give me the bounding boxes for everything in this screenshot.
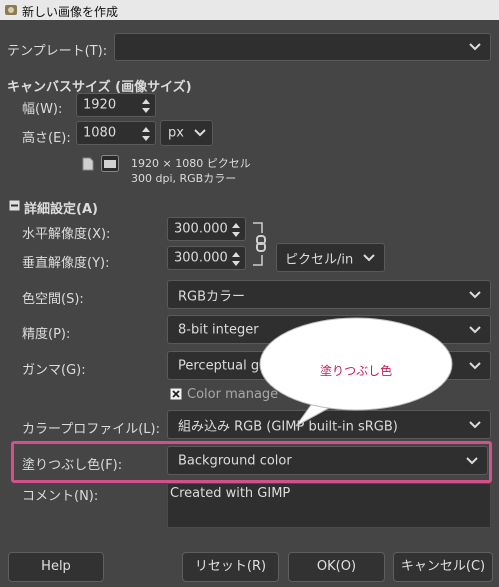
profile-label: カラープロファイル(L):	[22, 422, 160, 437]
yres-value: 300.000	[174, 250, 228, 266]
ok-button[interactable]: OK(O)	[288, 552, 385, 582]
template-combo[interactable]	[114, 33, 491, 61]
decrement-icon[interactable]	[141, 135, 151, 143]
height-label: 高さ(E):	[22, 131, 71, 146]
precision-label: 精度(P):	[22, 327, 71, 342]
chevron-down-icon	[469, 43, 481, 51]
increment-icon[interactable]	[231, 250, 241, 258]
width-spinner[interactable]: 1920	[76, 93, 156, 117]
advanced-heading[interactable]: 詳細設定(A)	[24, 198, 98, 217]
chevron-down-icon	[469, 420, 481, 428]
precision-value: 8-bit integer	[178, 322, 259, 337]
collapse-icon[interactable]	[9, 200, 20, 211]
chevron-down-icon	[466, 456, 478, 464]
increment-icon[interactable]	[141, 97, 151, 105]
width-label: 幅(W):	[22, 102, 63, 117]
yres-spinner[interactable]: 300.000	[167, 246, 246, 270]
size-info-line2: 300 dpi, RGBカラー	[131, 172, 237, 185]
width-value: 1920	[83, 97, 117, 113]
gimp-app-icon	[5, 5, 17, 15]
template-label: テンプレート(T):	[7, 44, 108, 59]
fill-combo[interactable]: Background color	[167, 446, 488, 475]
comment-value: Created with GIMP	[170, 486, 291, 501]
callout-text: 塗りつぶし色	[320, 364, 393, 378]
cancel-button[interactable]: キャンセル(C)	[393, 552, 493, 582]
chevron-down-icon	[469, 290, 481, 298]
colorspace-value: RGBカラー	[178, 289, 246, 304]
comment-label: コメント(N):	[22, 489, 99, 504]
gamma-value: Perceptual ga	[178, 358, 268, 373]
increment-icon[interactable]	[231, 221, 241, 229]
comment-textarea[interactable]: Created with GIMP	[167, 483, 491, 528]
gamma-label: ガンマ(G):	[22, 363, 86, 378]
window-title: 新しい画像を作成	[22, 5, 119, 19]
res-unit-value: ピクセル/in	[285, 252, 354, 267]
height-value: 1080	[83, 125, 117, 141]
reset-button[interactable]: リセット(R)	[182, 552, 279, 582]
help-button[interactable]: Help	[8, 552, 104, 582]
landscape-icon[interactable]	[101, 155, 119, 172]
size-unit-value: px	[168, 125, 184, 141]
height-spinner[interactable]: 1080	[76, 121, 156, 145]
chevron-down-icon	[363, 253, 375, 261]
xres-value: 300.000	[174, 221, 228, 237]
chain-link-icon[interactable]	[250, 220, 268, 268]
xres-spinner[interactable]: 300.000	[167, 217, 246, 241]
chevron-down-icon	[194, 129, 206, 137]
decrement-icon[interactable]	[141, 107, 151, 115]
fill-value: Background color	[178, 453, 292, 468]
yres-label: 垂直解像度(Y):	[22, 256, 110, 271]
portrait-icon[interactable]	[82, 157, 94, 171]
chevron-down-icon	[469, 325, 481, 333]
increment-icon[interactable]	[141, 125, 151, 133]
colorspace-combo[interactable]: RGBカラー	[167, 280, 491, 309]
size-info-line1: 1920 × 1080 ピクセル	[131, 157, 251, 170]
xres-label: 水平解像度(X):	[22, 227, 111, 242]
chevron-down-icon	[469, 361, 481, 369]
decrement-icon[interactable]	[231, 231, 241, 239]
decrement-icon[interactable]	[231, 260, 241, 268]
title-bar: 新しい画像を作成	[0, 0, 499, 20]
color-manage-checkbox[interactable]	[170, 388, 182, 400]
res-unit-combo[interactable]: ピクセル/in	[276, 243, 385, 272]
size-unit-combo[interactable]: px	[160, 120, 213, 146]
colorspace-label: 色空間(S):	[22, 292, 84, 307]
fill-label: 塗りつぶし色(F):	[22, 458, 123, 473]
